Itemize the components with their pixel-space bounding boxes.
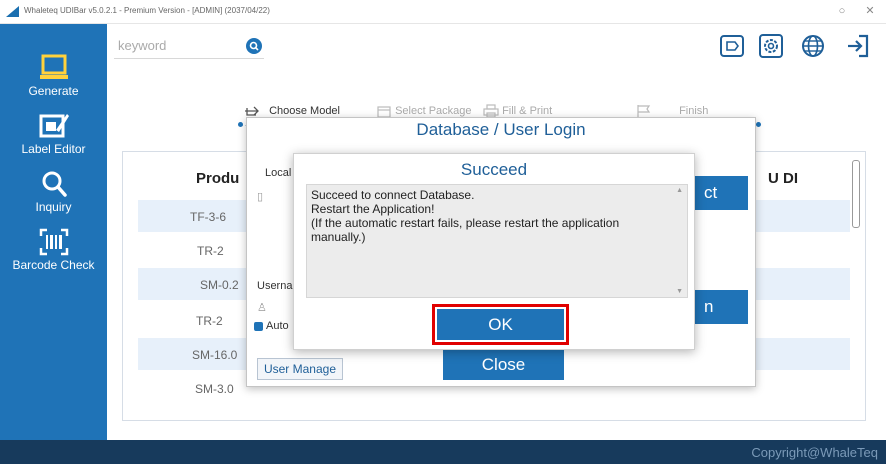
step-select-package[interactable]: Select Package [376, 104, 472, 118]
step-label: Choose Model [269, 104, 340, 117]
minimize-button[interactable]: ○ [832, 2, 852, 20]
sidebar-item-label-editor[interactable]: Label Editor [0, 110, 107, 156]
barcode-icon [39, 228, 68, 256]
edit-label-icon [39, 114, 69, 138]
step-label: Fill & Print [502, 104, 553, 117]
package-icon [377, 106, 391, 118]
close-window-button[interactable]: ✕ [860, 2, 880, 20]
step-label: Select Package [395, 104, 472, 117]
ok-button-highlight [432, 304, 569, 345]
flag-icon [637, 105, 651, 117]
search-icon [42, 171, 67, 197]
db-field-icon: ▯ [257, 191, 264, 203]
scroll-down-icon[interactable]: ▼ [676, 288, 683, 295]
dialog-title: Database / User Login [416, 120, 586, 139]
sidebar-item-barcode-check[interactable]: Barcode Check [0, 228, 107, 272]
window-title: Whaleteq UDIBar v5.0.2.1 - Premium Versi… [24, 6, 270, 15]
sidebar: Generate Label Editor Inquiry Barcode Ch… [0, 24, 107, 440]
stepper-dot [756, 122, 761, 127]
user-field-icon: ♙ [257, 302, 267, 314]
sidebar-item-label: Generate [28, 84, 79, 98]
table-cell: SM-16.0 [192, 348, 238, 362]
succeed-message: Succeed to connect Database. Restart the… [311, 188, 620, 244]
search-input[interactable] [114, 33, 264, 59]
title-bar: Whaleteq UDIBar v5.0.2.1 - Premium Versi… [0, 0, 886, 24]
stepper-dot [238, 122, 243, 127]
table-cell: SM-0.2 [200, 278, 239, 292]
table-cell: SM-3.0 [195, 382, 234, 396]
table-cell: TR-2 [197, 244, 224, 258]
sidebar-item-label: Inquiry [35, 200, 72, 214]
scroll-up-icon[interactable]: ▲ [676, 187, 683, 194]
hand-pointer-icon [245, 106, 259, 116]
sidebar-item-label: Label Editor [21, 142, 86, 156]
table-scrollbar[interactable] [852, 160, 860, 228]
sidebar-item-inquiry[interactable]: Inquiry [0, 170, 107, 214]
auto-login-checkbox[interactable] [254, 322, 263, 331]
close-button[interactable]: Close [443, 350, 564, 380]
sidebar-item-generate[interactable]: Generate [0, 54, 107, 98]
step-fill-print[interactable]: Fill & Print [483, 104, 552, 118]
tag-icon[interactable] [719, 33, 745, 59]
table-cell: TF-3-6 [190, 210, 226, 224]
column-header-product: Produ [196, 170, 240, 187]
connect-button[interactable]: ct [690, 176, 748, 210]
column-header-udi: U DI [768, 170, 798, 187]
footer: Copyright@WhaleTeq [0, 440, 886, 464]
auto-login-label: Auto [266, 320, 289, 332]
copyright-text: Copyright@WhaleTeq [751, 445, 878, 460]
username-label: Usernar [257, 280, 297, 292]
logout-icon[interactable] [845, 33, 871, 59]
user-manage-button[interactable]: User Manage [257, 358, 343, 380]
printer-icon [483, 104, 499, 118]
succeed-title: Succeed [460, 160, 528, 179]
step-finish[interactable]: Finish [636, 104, 708, 118]
app-logo-icon [6, 6, 19, 17]
login-button[interactable]: n [690, 290, 748, 324]
table-cell: TR-2 [196, 314, 223, 328]
step-label: Finish [679, 104, 709, 117]
search-button-icon[interactable] [246, 38, 262, 54]
sidebar-item-label: Barcode Check [12, 258, 95, 272]
globe-icon[interactable] [800, 33, 826, 59]
gear-icon[interactable] [758, 33, 784, 59]
step-choose-model[interactable]: Choose Model [244, 104, 340, 118]
laptop-icon [39, 54, 68, 79]
